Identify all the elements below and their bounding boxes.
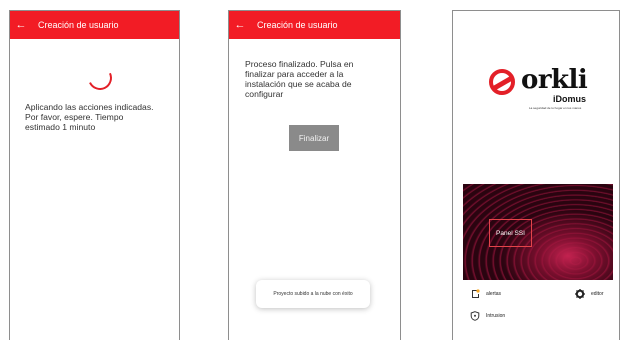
app-bar-title: Creación de usuario [257,20,338,30]
loading-spinner [84,62,116,94]
phone-screen-home: orkli iDomus La seguridad de tu hogar en… [452,10,620,340]
finish-button[interactable]: Finalizar [289,125,339,151]
phone-screen-finished: ← Creación de usuario Proceso finalizado… [228,10,401,340]
back-arrow-icon[interactable]: ← [10,19,32,31]
alerts-button[interactable]: alertas [470,289,501,299]
intrusion-button[interactable]: Intrusion [470,311,505,321]
status-message: Proceso finalizado. Pulsa en finalizar p… [245,59,354,99]
app-bar: ← Creación de usuario [229,11,400,39]
shield-icon [470,311,480,321]
status-message: Aplicando las acciones indicadas. Por fa… [25,102,154,132]
app-bar: ← Creación de usuario [10,11,179,39]
toast-message: Proyecto subido a la nube con éxito [256,280,370,308]
phone-screen-applying: ← Creación de usuario Aplicando las acci… [9,10,180,340]
alerts-label: alertas [486,291,502,297]
intrusion-label: Intrusion [486,313,506,319]
editor-label: editor [591,291,604,297]
back-arrow-icon[interactable]: ← [229,19,251,31]
app-bar-title: Creación de usuario [38,20,119,30]
gear-icon [575,289,585,299]
panel-banner: Panel SSI [463,184,613,280]
brand-logo: orkli iDomus La seguridad de tu hogar en… [489,65,599,117]
logo-subtitle: iDomus [553,94,587,104]
alert-icon [470,289,480,299]
toast-text: Proyecto subido a la nube con éxito [273,291,353,297]
editor-button[interactable]: editor [575,289,604,299]
logo-name: orkli [521,65,588,95]
logo-tagline: La seguridad de tu hogar en tus manos [529,106,582,110]
panel-ssi-button[interactable]: Panel SSI [489,219,532,247]
